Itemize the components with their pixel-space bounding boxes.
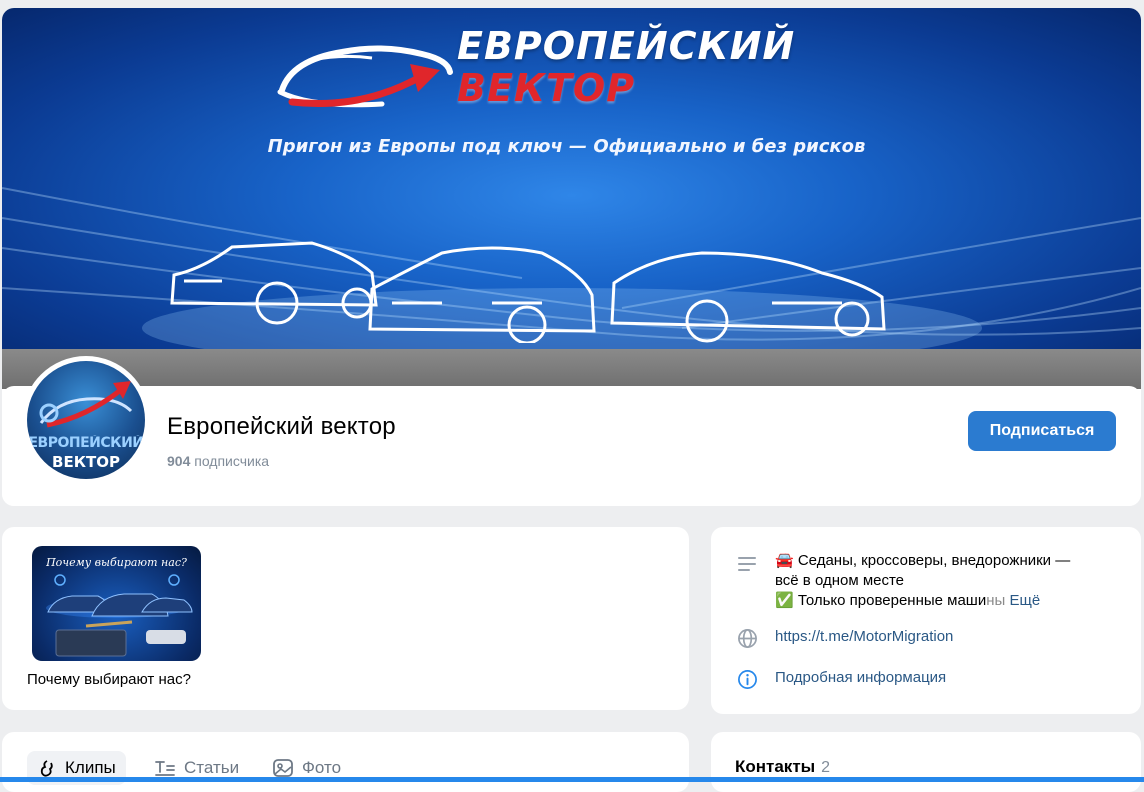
description-line-2: всё в одном месте: [775, 572, 905, 589]
brand-title: ЕВРОПЕЙСКИЙ: [457, 24, 796, 68]
clip-thumbnail[interactable]: Почему выбирают нас?: [32, 546, 201, 661]
contacts-count: 2: [821, 759, 831, 776]
subscribe-button[interactable]: Подписаться: [968, 411, 1116, 451]
contacts-title: Контакты: [735, 757, 816, 776]
tab-articles-label: Статьи: [184, 758, 240, 777]
description-line-3-main: ✅ Только проверенные маши: [775, 592, 987, 609]
avatar[interactable]: ЕВРОПЕЙСКИЙ ВЕКТОР: [27, 361, 145, 479]
tab-photo-label: Фото: [302, 758, 342, 777]
tab-clips-label: Клипы: [65, 758, 116, 777]
contacts-heading[interactable]: Контакты 2: [735, 757, 830, 777]
page-title: Европейский вектор: [167, 413, 396, 440]
brand-subtitle: ВЕКТОР: [457, 66, 636, 110]
description-line-3: ✅ Только проверенные машины Ещё: [775, 591, 1115, 611]
detailed-info-link[interactable]: Подробная информация: [775, 669, 946, 686]
clips-icon: [40, 760, 53, 777]
show-more-link[interactable]: Ещё: [1009, 592, 1040, 609]
photo-icon: [273, 759, 293, 777]
avatar-line2: ВЕКТОР: [52, 453, 120, 471]
articles-icon: [155, 761, 175, 776]
subscribers-number: 904: [167, 453, 191, 469]
cars-illustration: [170, 241, 886, 343]
description-icon: [738, 557, 756, 571]
subscribers-label: подписчика: [194, 453, 270, 469]
car-logo-icon: [277, 45, 453, 108]
subscribers-count[interactable]: 904 подписчика: [167, 453, 269, 469]
website-link[interactable]: https://t.me/MotorMigration: [775, 628, 953, 645]
globe-icon: [738, 629, 757, 648]
description-line-1: 🚘 Седаны, кроссоверы, внедорожники —: [775, 552, 1071, 569]
clip-thumbnail-image: [46, 574, 193, 657]
clip-title[interactable]: Почему выбирают нас?: [27, 671, 191, 688]
cover-bottom-strip: [2, 349, 1141, 389]
group-description: 🚘 Седаны, кроссоверы, внедорожники — всё…: [775, 551, 1115, 611]
avatar-line1: ЕВРОПЕЙСКИЙ: [28, 435, 144, 451]
cover-banner: ЕВРОПЕЙСКИЙ ВЕКТОР Пригон из Европы под …: [2, 8, 1141, 349]
cover-slogan: Пригон из Европы под ключ — Официально и…: [267, 136, 866, 157]
bottom-progress-bar: [0, 777, 1144, 782]
description-line-3-fade: ны: [986, 592, 1006, 609]
info-icon: [738, 670, 757, 689]
